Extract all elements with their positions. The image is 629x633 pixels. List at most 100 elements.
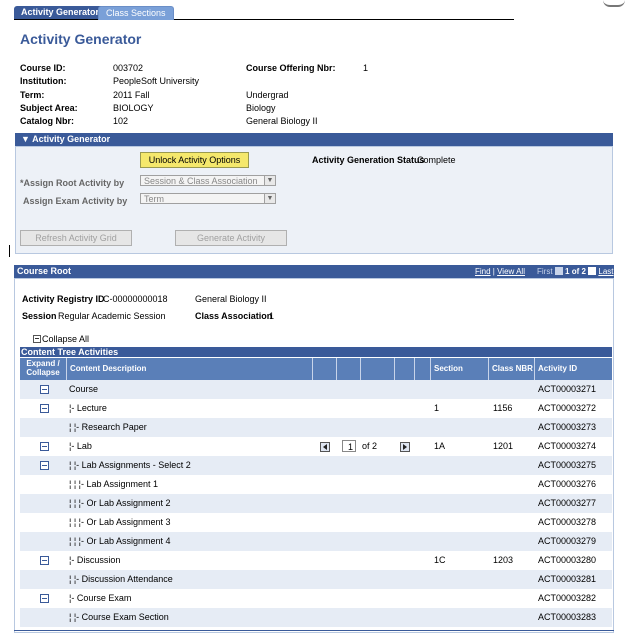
activity-id-cell: ACT00003276: [538, 479, 597, 489]
collapse-icon[interactable]: [40, 442, 49, 451]
table-row: Course ACT00003271: [20, 380, 612, 399]
content-description: ¦ ¦ ¦- Lab Assignment 1: [69, 479, 159, 489]
activity-id-cell: ACT00003275: [538, 460, 597, 470]
row-page-input[interactable]: 1: [342, 440, 356, 452]
activity-id-cell: ACT00003272: [538, 403, 597, 413]
collapse-icon[interactable]: [40, 385, 49, 394]
content-description: ¦- Course Exam: [69, 593, 132, 603]
col-section-header[interactable]: Section: [431, 358, 489, 380]
table-row: ¦ ¦ ¦- Or Lab Assignment 4 ACT00003279: [20, 532, 612, 551]
collapse-all-link[interactable]: Collapse All: [42, 334, 89, 344]
col-desc-header[interactable]: Content Description: [67, 358, 313, 380]
collapse-icon[interactable]: [40, 594, 49, 603]
status-value: Complete: [417, 155, 456, 165]
view-all-link[interactable]: View All: [497, 267, 525, 276]
content-tree-title-bar: Content Tree Activities: [20, 347, 612, 357]
section-header-label: ▼ Activity Generator: [21, 134, 111, 144]
course-id-label: Course ID:: [20, 63, 66, 73]
term-value: 2011 Fall: [113, 90, 150, 100]
table-row: ¦ ¦ ¦- Or Lab Assignment 3 ACT00003278: [20, 513, 612, 532]
pager-count: 1 of 2: [565, 267, 586, 276]
activity-id-cell: ACT00003283: [538, 612, 597, 622]
table-row: ¦ ¦- Course Exam Section ACT00003283: [20, 608, 612, 627]
table-row: ¦ ¦- Lab Assignments - Select 2 ACT000032…: [20, 456, 612, 475]
table-row: ¦- Lab 1 of 2 1A 1201 ACT00003274: [20, 437, 612, 456]
catalog-label: Catalog Nbr:: [20, 116, 74, 126]
col-blank-1: [313, 358, 337, 380]
subject-desc: Biology: [246, 103, 276, 113]
row-next-arrow-icon[interactable]: [400, 442, 410, 452]
assign-exam-value: Term: [144, 194, 164, 204]
collapse-icon[interactable]: [40, 556, 49, 565]
content-description: ¦- Lab: [69, 441, 92, 451]
table-row: ¦ ¦- Research Paper ACT00003273: [20, 418, 612, 437]
assign-root-value: Session & Class Association: [144, 176, 258, 186]
course-id-value: 003702: [113, 63, 144, 73]
left-edge-marker: [9, 245, 10, 257]
activity-generator-section-header[interactable]: ▼ Activity Generator: [15, 133, 613, 146]
activity-id-cell: ACT00003280: [538, 555, 597, 565]
row-page-of: of 2: [362, 441, 378, 451]
institution-value: PeopleSoft University: [113, 76, 200, 86]
status-label: Activity Generation Status: [312, 155, 425, 165]
career-value: Undergrad: [246, 90, 289, 100]
class-assoc-value: 1: [269, 311, 275, 321]
section-cell: 1: [434, 403, 440, 413]
col-class-nbr-header[interactable]: Class NBR: [489, 358, 535, 380]
first-link[interactable]: First: [537, 267, 553, 276]
col-blank-3: [361, 358, 395, 380]
row-prev-arrow-icon[interactable]: [320, 442, 330, 452]
last-link[interactable]: Last: [598, 267, 613, 276]
find-link[interactable]: Find: [475, 267, 491, 276]
nav-separator: |: [492, 267, 495, 276]
offering-value: 1: [363, 63, 369, 73]
collapse-icon[interactable]: [40, 461, 49, 470]
activity-id-cell: ACT00003279: [538, 536, 597, 546]
prev-arrow-icon[interactable]: [554, 267, 563, 275]
section-cell: 1A: [434, 441, 446, 451]
col-blank-2: [337, 358, 361, 380]
bottom-rule: [14, 630, 614, 631]
activity-id-cell: ACT00003274: [538, 441, 597, 451]
tab-activity-generator[interactable]: Activity Generator: [14, 6, 107, 19]
catalog-desc: General Biology II: [246, 116, 318, 126]
unlock-activity-options-button[interactable]: Unlock Activity Options: [140, 152, 249, 168]
activity-id-cell: ACT00003273: [538, 422, 597, 432]
generate-activity-button[interactable]: Generate Activity: [175, 230, 287, 246]
collapse-all-icon[interactable]: [33, 335, 41, 343]
table-row: ¦ ¦ ¦- Or Lab Assignment 2 ACT00003277: [20, 494, 612, 513]
section-cell: 1C: [434, 555, 446, 565]
term-label: Term:: [20, 90, 45, 100]
activity-id-cell: ACT00003282: [538, 593, 597, 603]
grid-header: Expand / Collapse Content Description Se…: [20, 358, 612, 380]
assign-exam-select[interactable]: Term ▼: [140, 193, 276, 204]
session-value: Regular Academic Session: [58, 311, 166, 321]
session-label: Session: [22, 311, 57, 321]
assign-root-select[interactable]: Session & Class Association ▼: [140, 175, 276, 186]
collapse-icon[interactable]: [40, 404, 49, 413]
refresh-activity-grid-button[interactable]: Refresh Activity Grid: [20, 230, 132, 246]
pager-nav: First 1 of 2 Last: [537, 265, 614, 278]
assign-root-label: *Assign Root Activity by: [20, 178, 125, 188]
grid-nav: Find | View All: [475, 265, 525, 278]
corner-decoration: [603, 0, 625, 7]
class-nbr-cell: 1156: [493, 403, 513, 413]
subject-value: BIOLOGY: [113, 103, 154, 113]
subject-label: Subject Area:: [20, 103, 78, 113]
content-description: ¦ ¦- Discussion Attendance: [69, 574, 173, 584]
registry-desc: General Biology II: [195, 294, 267, 304]
col-blank-4: [395, 358, 415, 380]
next-arrow-icon[interactable]: [588, 267, 597, 275]
col-activity-id-header[interactable]: Activity ID: [535, 358, 612, 380]
col-expand-header[interactable]: Expand / Collapse: [20, 358, 67, 380]
content-tree-title: Content Tree Activities: [21, 347, 119, 357]
tab-class-sections[interactable]: Class Sections: [98, 6, 174, 20]
class-nbr-cell: 1203: [493, 555, 514, 565]
activity-id-cell: ACT00003277: [538, 498, 597, 508]
table-row: ¦- Discussion 1C 1203 ACT00003280: [20, 551, 612, 570]
table-row: ¦ ¦- Discussion Attendance ACT00003281: [20, 570, 612, 589]
course-root-title: Course Root: [17, 266, 71, 276]
activity-id-cell: ACT00003281: [538, 574, 597, 584]
class-nbr-cell: 1201: [493, 441, 514, 451]
table-row: ¦ ¦ ¦- Lab Assignment 1 ACT00003276: [20, 475, 612, 494]
